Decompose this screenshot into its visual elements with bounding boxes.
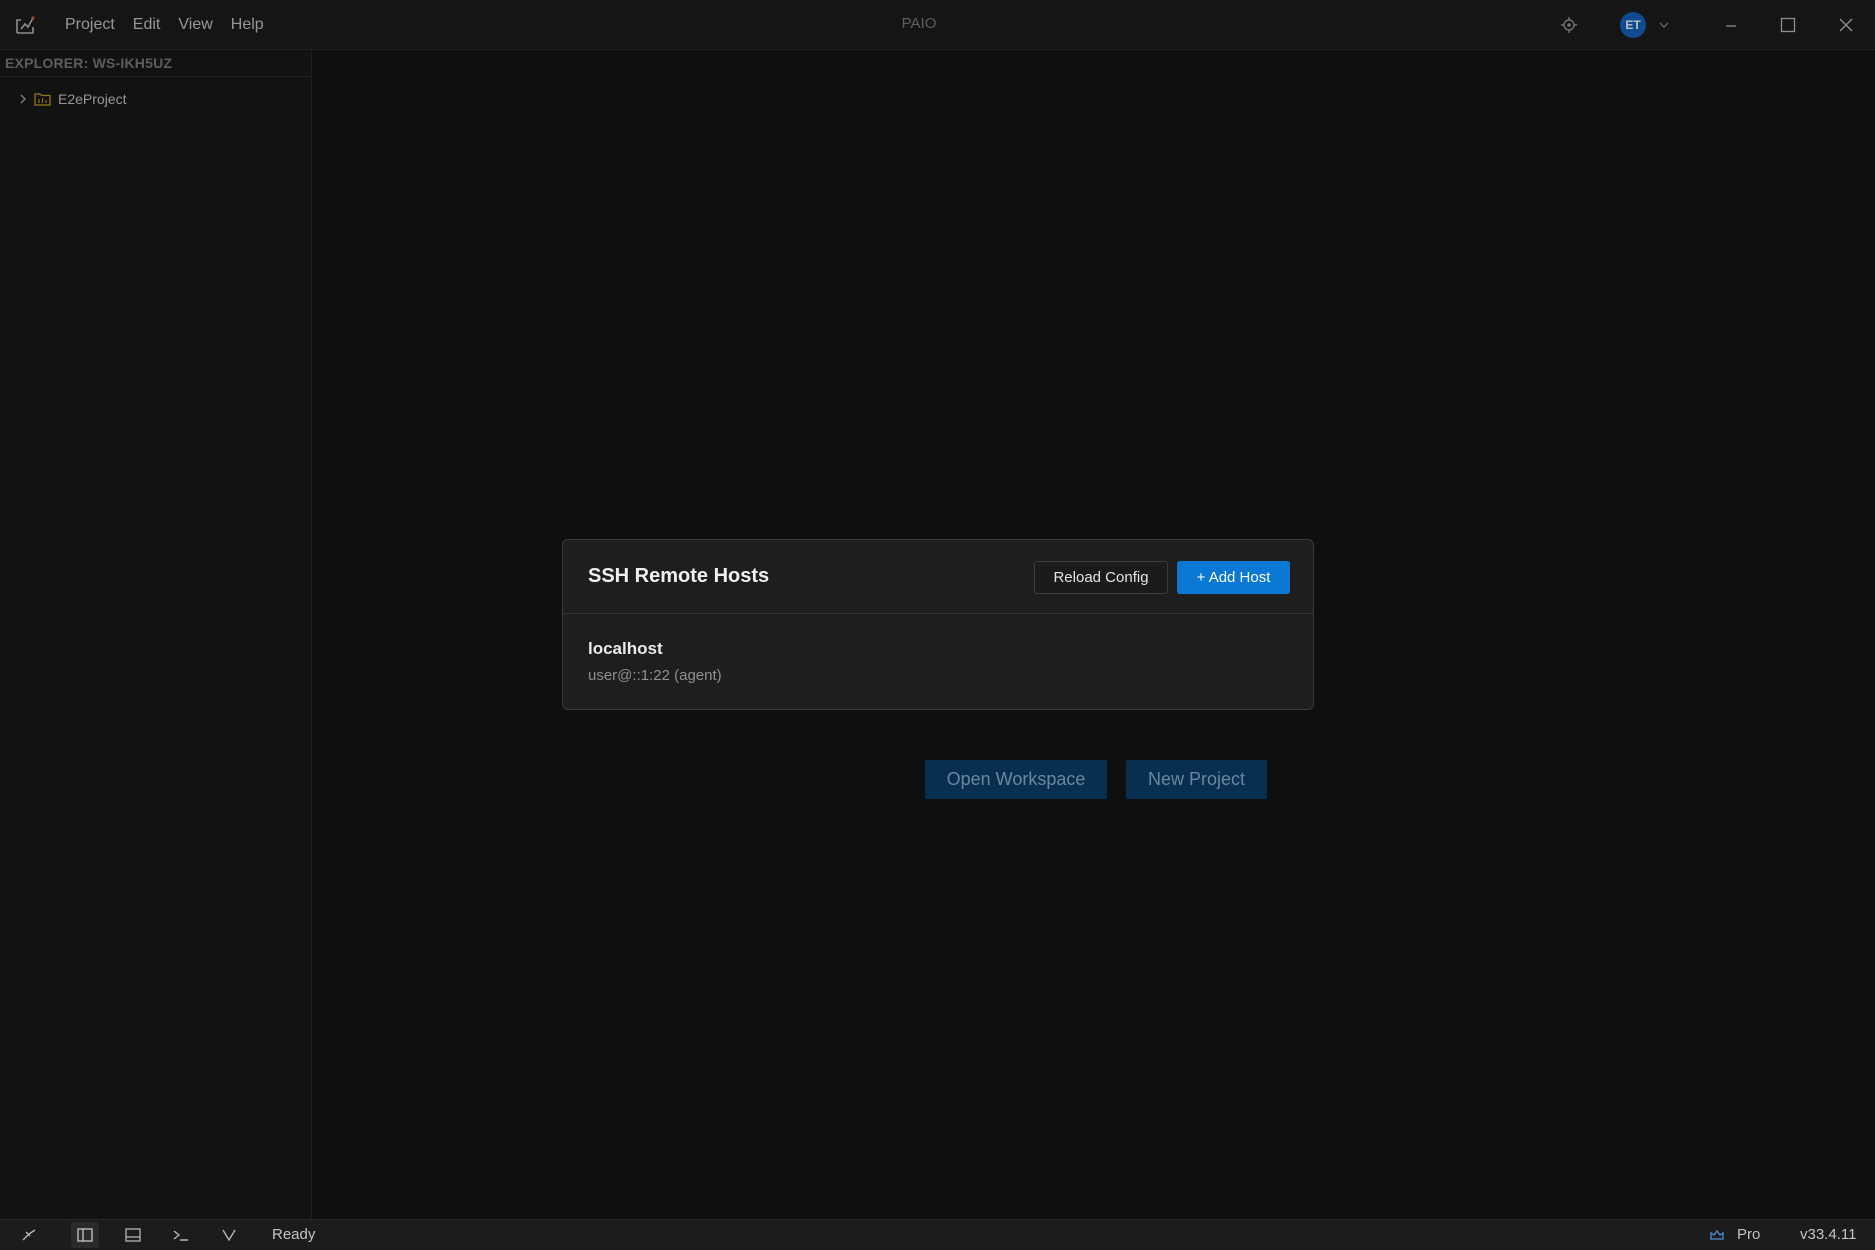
source-control-icon[interactable] [215,1222,243,1248]
toggle-sidebar-icon[interactable] [71,1222,99,1248]
status-text: Ready [272,1226,316,1243]
dialog-header: SSH Remote Hosts Reload Config + Add Hos… [563,540,1313,614]
host-name: localhost [588,639,663,658]
pro-badge-icon [1704,1222,1730,1248]
host-detail: user@::1:22 (agent) [588,667,722,684]
dialog-title: SSH Remote Hosts [588,565,770,587]
reload-config-button[interactable]: Reload Config [1034,561,1168,594]
version-label: v33.4.11 [1800,1226,1857,1243]
terminal-icon[interactable] [167,1222,195,1248]
ssh-hosts-dialog: SSH Remote Hosts Reload Config + Add Hos… [562,539,1314,710]
plan-label[interactable]: Pro [1737,1226,1760,1243]
toggle-panel-icon[interactable] [119,1222,147,1248]
host-list-item[interactable]: localhost user@::1:22 (agent) [563,614,1313,684]
status-bar: Ready Pro v33.4.11 [0,1219,1875,1250]
remote-connection-icon[interactable] [15,1222,43,1248]
add-host-button[interactable]: + Add Host [1177,561,1290,594]
